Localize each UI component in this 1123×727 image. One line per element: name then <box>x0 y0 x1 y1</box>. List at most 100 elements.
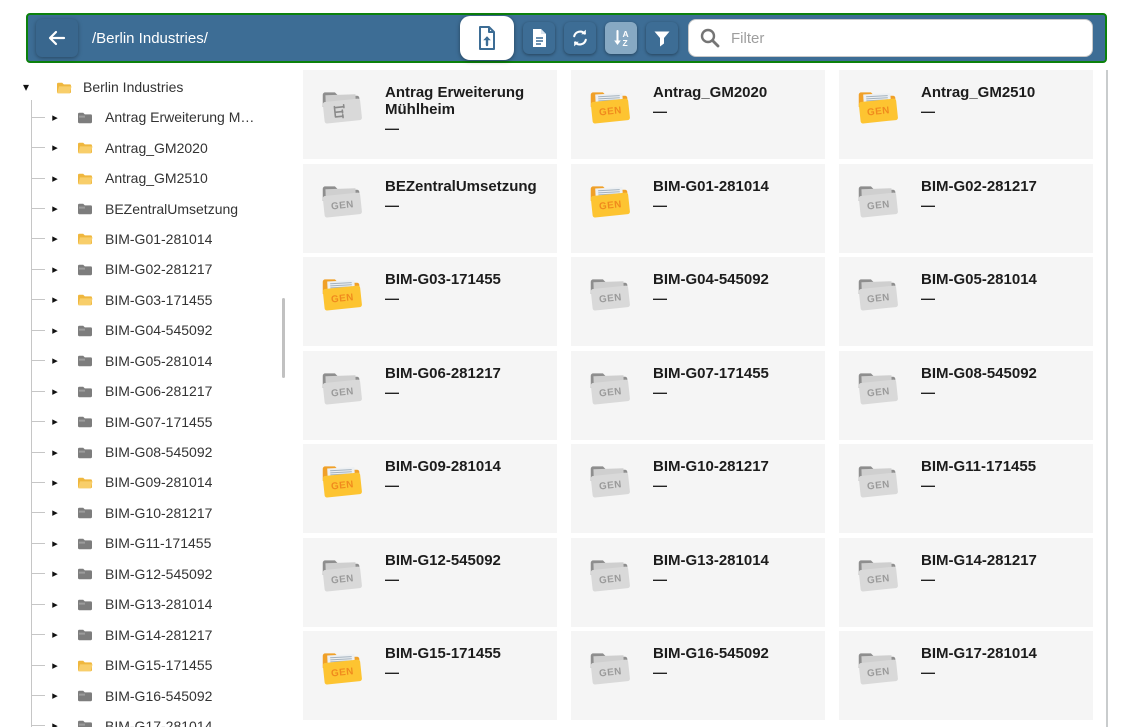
file-icon <box>530 28 548 48</box>
folder-card-body: BIM-G04-545092 — <box>653 271 769 303</box>
folder-icon <box>77 141 93 154</box>
folder-icon <box>77 476 93 489</box>
tree-item[interactable]: ▸ BIM-G15-171455 <box>0 650 292 680</box>
folder-card[interactable]: GEN BIM-G14-281217 — <box>839 538 1093 627</box>
folder-card-title: BIM-G10-281217 <box>653 458 769 475</box>
caret-right-icon[interactable]: ▸ <box>45 263 65 276</box>
folder-card[interactable]: GEN BIM-G10-281217 — <box>571 444 825 533</box>
tree-item[interactable]: ▸ BIM-G11-171455 <box>0 528 292 558</box>
folder-card[interactable]: Antrag Erweiterung Mühlheim — <box>303 70 557 159</box>
tree-item[interactable]: ▸ Antrag Erweiterung M… <box>0 102 292 132</box>
folder-card[interactable]: GEN BIM-G06-281217 — <box>303 351 557 440</box>
tree-item[interactable]: ▸ Antrag_GM2020 <box>0 132 292 162</box>
folder-card-icon: GEN <box>855 554 900 599</box>
tree-root-berlin-industries[interactable]: ▾ Berlin Industries <box>0 72 292 102</box>
caret-right-icon[interactable]: ▸ <box>45 598 65 611</box>
folder-card-title: BIM-G01-281014 <box>653 178 769 195</box>
folder-card[interactable]: GEN BIM-G05-281014 — <box>839 257 1093 346</box>
folder-card-body: Antrag Erweiterung Mühlheim — <box>385 84 547 133</box>
folder-card[interactable]: GEN Antrag_GM2510 — <box>839 70 1093 159</box>
tree-root-label: Berlin Industries <box>83 79 183 95</box>
folder-card-title: BIM-G07-171455 <box>653 365 769 382</box>
tree-connector <box>31 269 45 270</box>
caret-right-icon[interactable]: ▸ <box>45 659 65 672</box>
folder-card-title: Antrag_GM2020 <box>653 84 767 101</box>
folder-card-meta: — <box>921 200 1037 210</box>
caret-right-icon[interactable]: ▸ <box>45 202 65 215</box>
caret-right-icon[interactable]: ▸ <box>45 415 65 428</box>
folder-icon <box>77 263 93 276</box>
caret-right-icon[interactable]: ▸ <box>45 476 65 489</box>
tree-item[interactable]: ▸ BIM-G08-545092 <box>0 437 292 467</box>
caret-right-icon[interactable]: ▸ <box>45 506 65 519</box>
caret-right-icon[interactable]: ▸ <box>45 719 65 727</box>
tree-item[interactable]: ▸ BIM-G12-545092 <box>0 559 292 589</box>
caret-right-icon[interactable]: ▸ <box>45 354 65 367</box>
folder-card[interactable]: GEN BIM-G17-281014 — <box>839 631 1093 720</box>
folder-card[interactable]: GEN BIM-G13-281014 — <box>571 538 825 627</box>
tree-item[interactable]: ▸ BEZentralUmsetzung <box>0 193 292 223</box>
folder-card[interactable]: GEN BIM-G09-281014 — <box>303 444 557 533</box>
folder-card[interactable]: GEN BIM-G02-281217 — <box>839 164 1093 253</box>
tree-item[interactable]: ▸ BIM-G03-171455 <box>0 285 292 315</box>
tree-item[interactable]: ▸ BIM-G06-281217 <box>0 376 292 406</box>
caret-right-icon[interactable]: ▸ <box>45 537 65 550</box>
folder-card[interactable]: GEN BEZentralUmsetzung — <box>303 164 557 253</box>
upload-button[interactable] <box>460 16 514 60</box>
folder-card-meta: — <box>921 387 1037 397</box>
main-scrollbar-track[interactable] <box>1106 70 1108 727</box>
caret-right-icon[interactable]: ▸ <box>45 111 65 124</box>
caret-right-icon[interactable]: ▸ <box>45 446 65 459</box>
folder-icon <box>77 719 93 727</box>
tree-connector <box>31 725 45 726</box>
tree-item[interactable]: ▸ BIM-G05-281014 <box>0 346 292 376</box>
caret-right-icon[interactable]: ▸ <box>45 628 65 641</box>
tree-item[interactable]: ▸ BIM-G09-281014 <box>0 467 292 497</box>
back-button[interactable] <box>36 19 78 57</box>
folder-card[interactable]: GEN BIM-G12-545092 — <box>303 538 557 627</box>
folder-card[interactable]: GEN Antrag_GM2020 — <box>571 70 825 159</box>
folder-card-icon: GEN <box>587 460 632 505</box>
filter-input[interactable] <box>729 29 1082 48</box>
tree-item-label: BEZentralUmsetzung <box>105 201 238 217</box>
folder-card-meta: — <box>921 293 1037 303</box>
folder-card[interactable]: GEN BIM-G04-545092 — <box>571 257 825 346</box>
tree-connector <box>31 482 45 483</box>
caret-right-icon[interactable]: ▸ <box>45 567 65 580</box>
tree-item[interactable]: ▸ BIM-G10-281217 <box>0 498 292 528</box>
folder-icon <box>77 111 93 124</box>
folder-card[interactable]: GEN BIM-G15-171455 — <box>303 631 557 720</box>
new-file-button[interactable] <box>523 22 555 54</box>
folder-card[interactable]: GEN BIM-G11-171455 — <box>839 444 1093 533</box>
caret-right-icon[interactable]: ▸ <box>45 689 65 702</box>
folder-card-title: BIM-G15-171455 <box>385 645 501 662</box>
tree-item[interactable]: ▸ BIM-G14-281217 <box>0 619 292 649</box>
caret-right-icon[interactable]: ▸ <box>45 172 65 185</box>
refresh-button[interactable] <box>564 22 596 54</box>
folder-card[interactable]: GEN BIM-G03-171455 — <box>303 257 557 346</box>
folder-card[interactable]: GEN BIM-G01-281014 — <box>571 164 825 253</box>
folder-card[interactable]: GEN BIM-G08-545092 — <box>839 351 1093 440</box>
folder-icon <box>77 628 93 641</box>
tree-item[interactable]: ▸ BIM-G04-545092 <box>0 315 292 345</box>
tree-item[interactable]: ▸ BIM-G13-281014 <box>0 589 292 619</box>
sort-button[interactable]: A Z <box>605 22 637 54</box>
folder-card[interactable]: GEN BIM-G07-171455 — <box>571 351 825 440</box>
sidebar-scrollbar[interactable] <box>282 298 285 378</box>
tree-item[interactable]: ▸ BIM-G02-281217 <box>0 254 292 284</box>
caret-right-icon[interactable]: ▸ <box>45 293 65 306</box>
tree-item[interactable]: ▸ BIM-G01-281014 <box>0 224 292 254</box>
filter-button[interactable] <box>646 22 678 54</box>
caret-right-icon[interactable]: ▸ <box>45 232 65 245</box>
folder-card[interactable]: GEN BIM-G16-545092 — <box>571 631 825 720</box>
tree-item[interactable]: ▸ Antrag_GM2510 <box>0 163 292 193</box>
tree-item[interactable]: ▸ BIM-G17-281014 <box>0 711 292 727</box>
caret-right-icon[interactable]: ▸ <box>45 385 65 398</box>
folder-card-body: BIM-G12-545092 — <box>385 552 501 584</box>
tree-item[interactable]: ▸ BIM-G16-545092 <box>0 680 292 710</box>
caret-right-icon[interactable]: ▸ <box>45 141 65 154</box>
caret-down-icon[interactable]: ▾ <box>18 80 34 94</box>
caret-right-icon[interactable]: ▸ <box>45 324 65 337</box>
folder-icon <box>77 598 93 611</box>
tree-item[interactable]: ▸ BIM-G07-171455 <box>0 406 292 436</box>
